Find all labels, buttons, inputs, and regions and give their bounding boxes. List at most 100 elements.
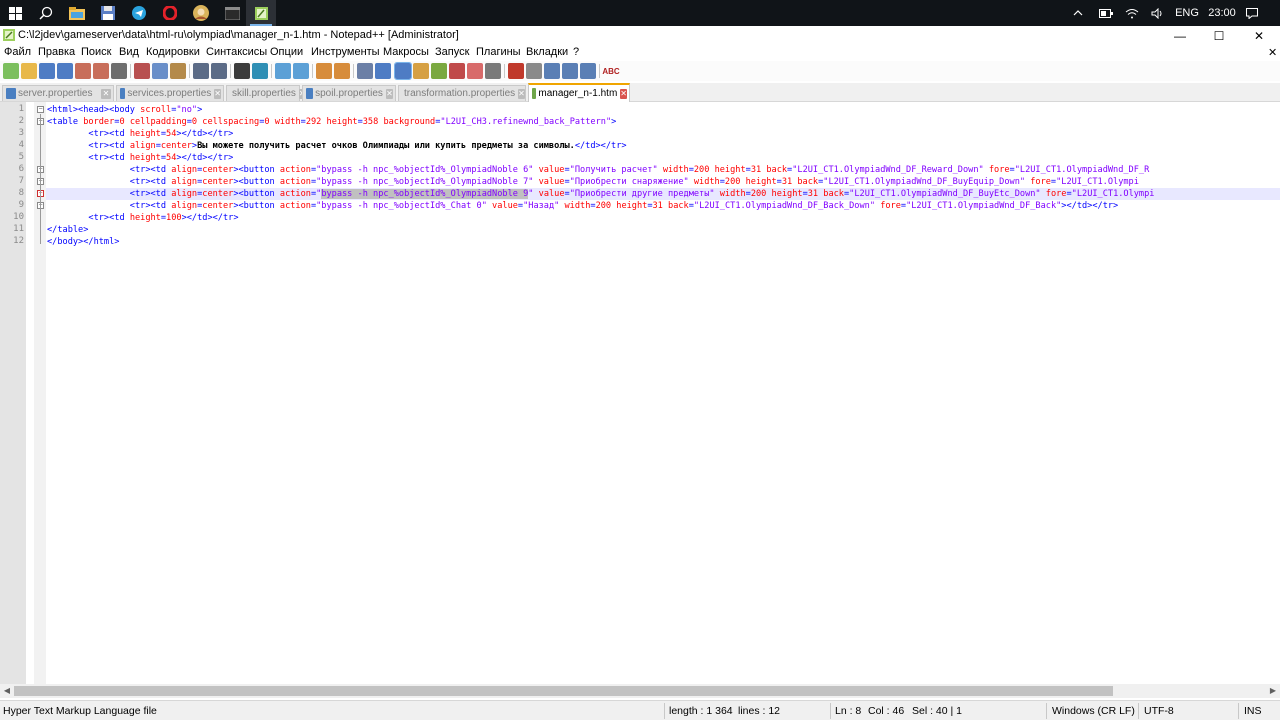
tab-skill-properties[interactable]: skill.properties ✕	[226, 85, 306, 101]
tab-close-icon[interactable]: ✕	[620, 88, 627, 99]
scrollbar-thumb[interactable]	[14, 686, 1113, 696]
menu-macro[interactable]: Макросы	[383, 46, 429, 58]
monitoring-icon[interactable]	[467, 63, 483, 79]
menu-search[interactable]: Поиск	[81, 46, 111, 58]
zoom-in-icon[interactable]	[275, 63, 291, 79]
tab-close-icon[interactable]: ✕	[101, 88, 111, 99]
sync-horizontal-icon[interactable]	[334, 63, 350, 79]
line-number: 12	[13, 236, 24, 246]
telegram-icon[interactable]	[124, 0, 154, 26]
tab-close-icon[interactable]: ✕	[518, 88, 525, 99]
file-explorer-icon[interactable]	[62, 0, 92, 26]
volume-icon[interactable]	[1148, 0, 1168, 26]
chevron-up-icon[interactable]	[1068, 0, 1088, 26]
notification-icon[interactable]	[1242, 0, 1262, 26]
doc-map-icon[interactable]	[413, 63, 429, 79]
tab-services-properties[interactable]: services.properties ✕	[116, 85, 224, 101]
status-insert-mode[interactable]: INS	[1244, 705, 1262, 717]
battery-icon[interactable]	[1096, 0, 1116, 26]
menu-window[interactable]: Вкладки	[526, 46, 568, 58]
menu-run[interactable]: Запуск	[435, 46, 469, 58]
tab-label: server.properties	[18, 88, 93, 99]
paste-icon[interactable]	[170, 63, 186, 79]
code-line: <tr><td height=54></td></tr>	[88, 153, 234, 163]
line-number: 11	[13, 224, 24, 234]
save-all-icon[interactable]	[57, 63, 73, 79]
windows-start-icon[interactable]	[0, 0, 30, 26]
stop-macro-icon[interactable]	[526, 63, 542, 79]
line-number-gutter: 1 2 3 4 5 6 7 8 9 10 11 12	[0, 102, 26, 684]
find-icon[interactable]	[234, 63, 250, 79]
open-file-icon[interactable]	[21, 63, 37, 79]
play-multiple-macro-icon[interactable]	[562, 63, 578, 79]
tab-manager-n-1-htm[interactable]: manager_n-1.htm ✕	[528, 83, 630, 102]
menu-encoding[interactable]: Кодировки	[146, 46, 200, 58]
record-macro-icon[interactable]	[508, 63, 524, 79]
undo-icon[interactable]	[193, 63, 209, 79]
menu-view[interactable]: Вид	[119, 46, 139, 58]
menu-language[interactable]: Синтаксисы	[206, 46, 267, 58]
close-all-icon[interactable]	[93, 63, 109, 79]
fold-toggle-icon[interactable]: −	[37, 106, 44, 113]
copy-icon[interactable]	[152, 63, 168, 79]
search-icon[interactable]	[31, 0, 61, 26]
status-eol[interactable]: Windows (CR LF)	[1052, 705, 1135, 717]
save-floppy-icon[interactable]	[93, 0, 123, 26]
avatar-app-icon[interactable]	[186, 0, 216, 26]
toolbar-separator	[230, 64, 231, 78]
redo-icon[interactable]	[211, 63, 227, 79]
wifi-icon[interactable]	[1122, 0, 1142, 26]
save-macro-icon[interactable]	[580, 63, 596, 79]
code-editor[interactable]: 1 2 3 4 5 6 7 8 9 10 11 12 − − − − − − <…	[0, 102, 1280, 684]
tab-transformation-properties[interactable]: transformation.properties ✕	[398, 85, 526, 101]
folder-as-workspace-icon[interactable]	[449, 63, 465, 79]
menu-plugins[interactable]: Плагины	[476, 46, 521, 58]
tab-server-properties[interactable]: server.properties ✕	[2, 85, 114, 101]
save-icon[interactable]	[39, 63, 55, 79]
tab-spoil-properties[interactable]: spoil.properties ✕	[302, 85, 396, 101]
opera-icon[interactable]	[155, 0, 185, 26]
sync-vertical-icon[interactable]	[316, 63, 332, 79]
menu-tools[interactable]: Инструменты	[311, 46, 380, 58]
scroll-right-arrow-icon[interactable]: ▶	[1266, 684, 1280, 698]
new-file-icon[interactable]	[3, 63, 19, 79]
toolbar-separator	[312, 64, 313, 78]
toolbar-separator	[504, 64, 505, 78]
close-file-icon[interactable]	[75, 63, 91, 79]
toolbar-separator	[353, 64, 354, 78]
minimize-button[interactable]: —	[1160, 26, 1200, 45]
word-wrap-icon[interactable]	[357, 63, 373, 79]
line-number: 3	[18, 128, 24, 138]
menu-help[interactable]: ?	[573, 46, 579, 58]
print-icon[interactable]	[111, 63, 127, 79]
zoom-out-icon[interactable]	[293, 63, 309, 79]
terminal-icon[interactable]	[217, 0, 247, 26]
menu-settings[interactable]: Опции	[270, 46, 303, 58]
eye-icon[interactable]	[485, 63, 501, 79]
horizontal-scrollbar[interactable]: ◀ ▶	[0, 684, 1280, 698]
code-line: </body></html>	[47, 237, 120, 247]
show-all-chars-icon[interactable]	[375, 63, 391, 79]
close-button[interactable]: ✕	[1239, 26, 1279, 45]
toolbar-separator	[599, 64, 600, 78]
scroll-left-arrow-icon[interactable]: ◀	[0, 684, 14, 698]
clock[interactable]: 23:00	[1204, 0, 1240, 26]
file-icon	[6, 88, 16, 99]
play-macro-icon[interactable]	[544, 63, 560, 79]
cut-icon[interactable]	[134, 63, 150, 79]
function-list-icon[interactable]	[431, 63, 447, 79]
tab-close-icon[interactable]: ✕	[385, 88, 393, 99]
tab-close-icon[interactable]: ✕	[214, 88, 221, 99]
notepadpp-taskbar-icon[interactable]	[246, 0, 276, 26]
replace-icon[interactable]	[252, 63, 268, 79]
menu-edit[interactable]: Правка	[38, 46, 75, 58]
code-line: <html><head><body scroll="no">	[47, 105, 203, 115]
maximize-button[interactable]: ☐	[1199, 26, 1239, 45]
status-encoding[interactable]: UTF-8	[1144, 705, 1174, 717]
spell-check-icon[interactable]: ABC	[602, 63, 620, 79]
indent-guide-icon[interactable]	[394, 62, 412, 80]
menu-close-doc-icon[interactable]: ✕	[1268, 46, 1277, 59]
language-indicator[interactable]: ENG	[1172, 0, 1202, 26]
code-line: <tr><td height=100></td></tr>	[88, 213, 239, 223]
menu-file[interactable]: Файл	[4, 46, 31, 58]
